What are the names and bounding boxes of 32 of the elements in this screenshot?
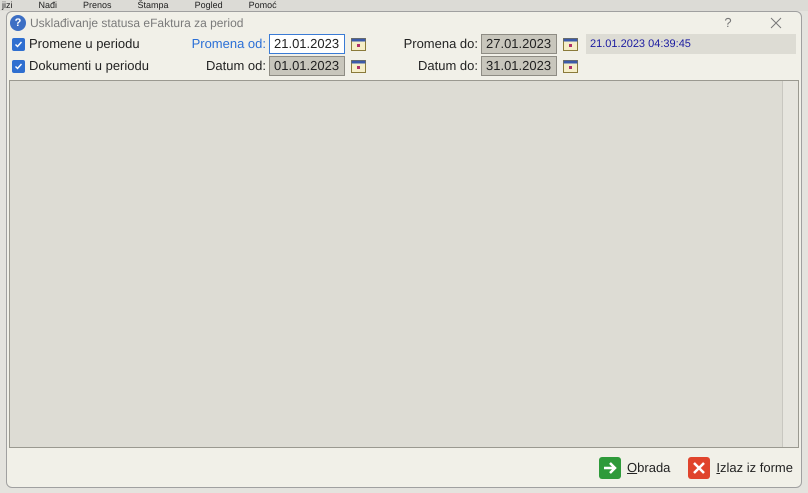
check-icon bbox=[14, 40, 23, 48]
menu-item[interactable]: Pomoć bbox=[248, 0, 277, 11]
menu-item[interactable]: jizi bbox=[2, 0, 12, 11]
date-field[interactable]: 31.01.2023 bbox=[481, 56, 557, 76]
help-icon: ? bbox=[10, 15, 26, 31]
menu-item[interactable]: Nađi bbox=[38, 0, 58, 11]
checkbox[interactable] bbox=[12, 38, 25, 50]
field-label: Datum od: bbox=[205, 57, 266, 76]
calendar-icon[interactable] bbox=[351, 38, 366, 50]
date-field[interactable]: 27.01.2023 bbox=[481, 34, 557, 54]
help-button[interactable]: ? bbox=[706, 13, 750, 33]
field-label: Promena do: bbox=[402, 35, 478, 54]
close-icon bbox=[770, 17, 782, 29]
calendar-icon[interactable] bbox=[351, 60, 366, 72]
field-label: Datum do: bbox=[417, 57, 478, 76]
date-field[interactable]: 01.01.2023 bbox=[269, 56, 345, 76]
checkbox-label: Dokumenti u periodu bbox=[29, 57, 149, 76]
menu-item[interactable]: Štampa bbox=[138, 0, 169, 11]
menu-item[interactable]: Prenos bbox=[83, 0, 112, 11]
check-icon bbox=[14, 62, 23, 70]
field-label: Promena od: bbox=[190, 35, 266, 54]
date-field[interactable]: 21.01.2023 bbox=[269, 34, 345, 54]
menu-item[interactable]: Pogled bbox=[194, 0, 223, 11]
calendar-icon[interactable] bbox=[563, 60, 578, 72]
window-title: Usklađivanje statusa eFaktura za period bbox=[30, 15, 244, 32]
calendar-icon[interactable] bbox=[563, 38, 578, 50]
close-icon bbox=[688, 456, 710, 478]
timestamp-label: 21.01.2023 04:39:45 bbox=[586, 34, 796, 54]
checkbox[interactable] bbox=[12, 60, 25, 72]
process-button[interactable]: Obrada bbox=[599, 456, 670, 478]
exit-button[interactable]: Izlaz iz forme bbox=[688, 456, 793, 478]
checkbox-label: Promene u periodu bbox=[29, 35, 140, 54]
